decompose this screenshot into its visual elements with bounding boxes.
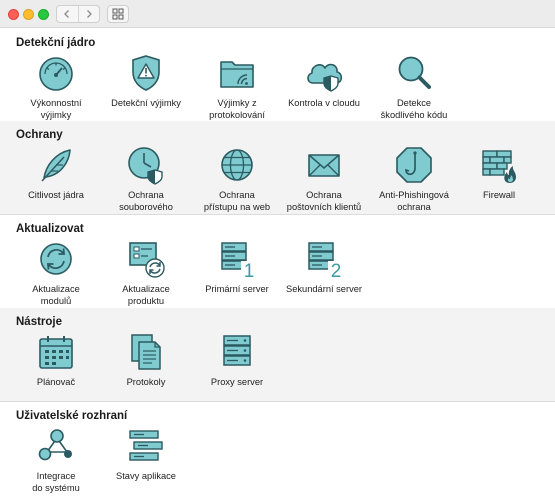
refresh-icon [40, 243, 72, 275]
item-proxy-server[interactable]: Proxy server [191, 332, 283, 389]
item-system-integration[interactable]: Integrace do systému [10, 426, 102, 494]
magnifier-icon [398, 56, 431, 89]
item-scheduler[interactable]: Plánovač [10, 332, 102, 389]
item-label: Výjimky z protokolování [209, 98, 265, 120]
calendar-icon [39, 336, 73, 369]
folder-wifi-icon [220, 61, 254, 88]
product-update-icon [129, 242, 165, 278]
item-label: Proxy server [210, 377, 264, 387]
item-module-updates[interactable]: Aktualizace modulů [10, 239, 102, 307]
section-update: Aktualizovat Aktualizace modulů Aktualiz… [0, 215, 555, 308]
firewall-icon [482, 150, 516, 183]
item-label: Plánovač [36, 377, 76, 387]
item-label: Výkonnostní výjimky [30, 98, 82, 120]
item-secondary-server[interactable]: 2 Sekundární server [278, 239, 370, 296]
item-label: Anti-Phishingová ochrana [379, 190, 449, 212]
section-detection-core: Detekční jádro Výkonnostní výjimky Detek… [0, 29, 555, 121]
item-label: Ochrana přístupu na web [203, 190, 271, 212]
documents-icon [131, 334, 161, 370]
speedometer-icon [39, 57, 73, 91]
share-nodes-icon [38, 429, 72, 461]
hook-icon [396, 147, 432, 183]
preferences-window: Detekční jádro Výkonnostní výjimky Detek… [0, 0, 555, 496]
item-file-system-protection[interactable]: Ochrana souborového [100, 145, 192, 213]
show-all-button[interactable] [107, 5, 129, 23]
item-detection-exclusions[interactable]: Detekční výjimky [100, 53, 192, 110]
grid-icon [112, 8, 124, 20]
item-label: Stavy aplikace [116, 471, 176, 481]
item-label: Ochrana souborového [119, 190, 173, 212]
item-label: Aktualizace produktu [122, 284, 170, 306]
back-button[interactable] [57, 6, 78, 22]
item-anti-phishing[interactable]: Anti-Phishingová ochrana [368, 145, 460, 213]
server-badge: 1 [244, 261, 255, 279]
item-label: Firewall [482, 190, 516, 200]
section-title: Uživatelské rozhraní [16, 410, 128, 422]
status-list-icon [129, 430, 163, 461]
section-title: Detekční jádro [16, 37, 96, 49]
item-logs[interactable]: Protokoly [100, 332, 192, 389]
close-button[interactable] [8, 9, 19, 20]
item-label: Detekční výjimky [111, 98, 181, 108]
title-bar [0, 0, 555, 28]
item-label: Ochrana poštovních klientů [286, 190, 362, 212]
proxy-server-icon [223, 335, 251, 366]
forward-button[interactable] [77, 6, 100, 22]
item-logging-exclusions[interactable]: Výjimky z protokolování [191, 53, 283, 121]
zoom-button[interactable] [38, 9, 49, 20]
feather-icon [41, 149, 71, 182]
item-label: Protokoly [126, 377, 166, 387]
item-malware-detection[interactable]: Detekce škodlivého kódu [368, 53, 460, 121]
server-badge: 2 [331, 261, 342, 279]
back-icon [64, 10, 70, 18]
item-email-client-protection[interactable]: Ochrana poštovních klientů [278, 145, 370, 213]
item-label: Kontrola v cloudu [288, 98, 360, 108]
item-kernel-sensitivity[interactable]: Citlivost jádra [10, 145, 102, 202]
item-label: Integrace do systému [32, 471, 80, 493]
item-cloud-check[interactable]: Kontrola v cloudu [278, 53, 370, 110]
item-label: Detekce škodlivého kódu [380, 98, 448, 120]
warning-shield-icon [132, 55, 160, 91]
item-primary-server[interactable]: 1 Primární server [191, 239, 283, 296]
nav-buttons [56, 5, 100, 23]
server-1-icon: 1 [221, 242, 257, 279]
item-performance-exclusions[interactable]: Výkonnostní výjimky [10, 53, 102, 121]
section-user-interface: Uživatelské rozhraní Integrace do systém… [0, 402, 555, 496]
item-label: Primární server [205, 284, 269, 294]
envelope-icon [308, 154, 340, 177]
item-label: Sekundární server [286, 284, 362, 294]
section-protections: Ochrany Citlivost jádra Ochrana souborov… [0, 121, 555, 215]
forward-icon [86, 10, 92, 18]
item-application-statuses[interactable]: Stavy aplikace [100, 426, 192, 483]
section-title: Nástroje [16, 316, 63, 328]
minimize-button[interactable] [23, 9, 34, 20]
item-firewall[interactable]: Firewall [453, 145, 545, 202]
item-product-update[interactable]: Aktualizace produktu [100, 239, 192, 307]
globe-icon [221, 149, 253, 181]
cloud-shield-icon [307, 63, 343, 92]
section-tools: Nástroje Plánovač Protokoly Proxy server [0, 308, 555, 402]
section-title: Ochrany [16, 129, 63, 141]
clock-shield-icon [128, 147, 163, 185]
server-2-icon: 2 [308, 242, 344, 279]
item-label: Citlivost jádra [28, 190, 84, 200]
section-title: Aktualizovat [16, 223, 84, 235]
item-label: Aktualizace modulů [32, 284, 80, 306]
item-web-access-protection[interactable]: Ochrana přístupu na web [191, 145, 283, 213]
